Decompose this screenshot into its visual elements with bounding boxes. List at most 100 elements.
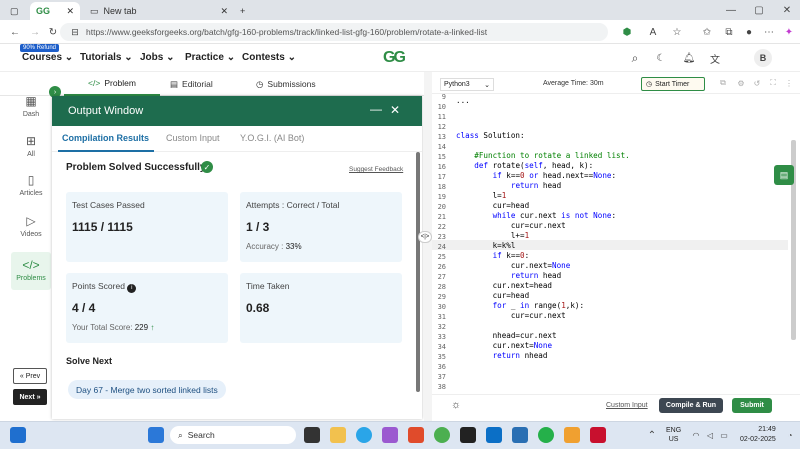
- more-options-icon[interactable]: ⋮: [784, 78, 794, 88]
- settings-icon[interactable]: ⚙: [736, 78, 746, 88]
- tab-problem[interactable]: </> Problem: [64, 72, 160, 96]
- next-button[interactable]: Next »: [13, 389, 47, 405]
- tab-gfg[interactable]: GG ✕: [30, 2, 80, 20]
- sidebar-item-label: Problems: [16, 275, 46, 282]
- file-explorer-icon[interactable]: [330, 427, 346, 443]
- windows-start-icon[interactable]: [148, 427, 164, 443]
- office-icon[interactable]: [408, 427, 424, 443]
- fullscreen-icon[interactable]: ⛶: [768, 78, 778, 88]
- store-icon[interactable]: [512, 427, 528, 443]
- next-problem-chip[interactable]: Day 67 - Merge two sorted linked lists: [68, 380, 226, 399]
- notification-icon[interactable]: ◔: [784, 429, 796, 441]
- output-scrollbar[interactable]: [416, 152, 420, 392]
- favorite-icon[interactable]: ☆: [670, 25, 684, 39]
- volume-icon[interactable]: ◁: [704, 429, 716, 441]
- refresh-icon[interactable]: ↻: [46, 25, 60, 39]
- split-divider[interactable]: [424, 72, 432, 421]
- line-number: 32: [437, 323, 446, 331]
- search-label: Search: [187, 430, 215, 440]
- site-info-icon[interactable]: ⊟: [69, 26, 81, 38]
- app-icon[interactable]: [564, 427, 580, 443]
- suggest-feedback-link[interactable]: Suggest Feedback: [349, 166, 403, 173]
- widgets-icon[interactable]: [10, 427, 26, 443]
- maximize-icon[interactable]: ▢: [752, 3, 766, 17]
- chrome-icon[interactable]: [434, 427, 450, 443]
- tab-yogi-ai-bot[interactable]: Y.O.G.I. (AI Bot): [240, 133, 304, 143]
- language-indicator[interactable]: ENG US: [666, 426, 681, 444]
- sidebar-item-videos[interactable]: ▷ Videos: [9, 214, 53, 238]
- wifi-icon[interactable]: ◠: [690, 429, 702, 441]
- new-tab-button[interactable]: +: [234, 2, 250, 20]
- nav-practice[interactable]: Practice ⌄: [185, 52, 235, 63]
- nav-courses[interactable]: Courses ⌄: [22, 52, 73, 63]
- line-number: 22: [437, 223, 446, 231]
- task-view-icon[interactable]: [304, 427, 320, 443]
- close-icon[interactable]: ✕: [390, 103, 400, 117]
- sidebar-item-dash[interactable]: ▦ Dash: [9, 94, 53, 118]
- edge-icon[interactable]: [356, 427, 372, 443]
- compile-run-button[interactable]: Compile & Run: [659, 398, 723, 413]
- nav-tutorials[interactable]: Tutorials ⌄: [80, 52, 133, 63]
- extension-icon[interactable]: ⬢: [620, 25, 634, 39]
- total-score-label: Your Total Score:: [72, 323, 133, 332]
- tab-new-tab[interactable]: ▭ New tab ✕: [84, 2, 234, 20]
- tab-editorial[interactable]: ▤ Editorial: [170, 72, 230, 96]
- minimize-icon[interactable]: —: [370, 102, 382, 116]
- theme-sun-icon[interactable]: ☼: [449, 398, 463, 412]
- whatsapp-icon[interactable]: [538, 427, 554, 443]
- clock[interactable]: 21:49 02-02-2025: [740, 425, 776, 445]
- close-tab-icon[interactable]: ✕: [220, 6, 228, 17]
- submit-button[interactable]: Submit: [732, 398, 772, 413]
- gfg-logo[interactable]: GG: [383, 49, 406, 67]
- language-select[interactable]: Python3 ⌄: [440, 78, 494, 91]
- tab-label: Problem: [104, 78, 136, 88]
- more-icon[interactable]: ⋯: [762, 25, 776, 39]
- favorites-icon[interactable]: ✩: [700, 25, 714, 39]
- chat-icon[interactable]: ▤: [774, 165, 794, 185]
- search-icon[interactable]: ⌕: [628, 51, 642, 65]
- nav-contests[interactable]: Contests ⌄: [242, 52, 296, 63]
- intellij-icon[interactable]: [460, 427, 476, 443]
- nav-jobs[interactable]: Jobs ⌄: [140, 52, 175, 63]
- custom-input-link[interactable]: Custom Input: [606, 402, 648, 409]
- taskbar-search[interactable]: ⌕ Search: [170, 426, 296, 444]
- resize-handle-icon[interactable]: <|>: [418, 231, 432, 243]
- read-aloud-icon[interactable]: A: [646, 25, 660, 39]
- tab-submissions[interactable]: ◷ Submissions: [256, 72, 336, 96]
- translate-icon[interactable]: 文: [708, 51, 722, 66]
- reset-icon[interactable]: ↺: [752, 78, 762, 88]
- prev-button[interactable]: « Prev: [13, 368, 47, 384]
- copilot-icon[interactable]: ✦: [782, 25, 796, 39]
- minimize-icon[interactable]: —: [724, 3, 738, 17]
- dark-mode-icon[interactable]: ☾: [654, 51, 668, 65]
- mcafee-icon[interactable]: [590, 427, 606, 443]
- sidebar-item-all[interactable]: ⊞ All: [9, 134, 53, 158]
- refund-badge[interactable]: 90% Refund: [20, 44, 60, 52]
- chevron-up-icon[interactable]: ⌃: [646, 429, 658, 441]
- outlook-icon[interactable]: [486, 427, 502, 443]
- tab-custom-input[interactable]: Custom Input: [166, 133, 220, 143]
- close-tab-icon[interactable]: ✕: [66, 6, 74, 17]
- close-window-icon[interactable]: ✕: [780, 3, 794, 17]
- collections-icon[interactable]: ⧉: [722, 25, 736, 39]
- sidebar-item-problems[interactable]: </> Problems: [11, 252, 51, 290]
- battery-icon[interactable]: ▭: [718, 429, 730, 441]
- back-icon[interactable]: ←: [8, 25, 22, 39]
- profile-icon[interactable]: ●: [742, 25, 756, 39]
- arrow-up-icon: ↑: [150, 323, 155, 332]
- tab-label: Submissions: [267, 79, 316, 89]
- line-number: 17: [437, 173, 446, 181]
- copy-icon[interactable]: ⧉: [718, 78, 728, 88]
- info-icon[interactable]: i: [127, 284, 137, 293]
- avatar[interactable]: B: [754, 49, 772, 67]
- window-menu-icon[interactable]: ▢: [4, 2, 24, 20]
- code-line-22: cur=cur.next: [456, 221, 566, 230]
- tab-compilation-results[interactable]: Compilation Results: [62, 133, 149, 143]
- sidebar-item-articles[interactable]: ▯ Articles: [9, 173, 53, 197]
- notification-bell-icon[interactable]: 🔔︎: [682, 51, 696, 65]
- start-timer-button[interactable]: ◷ Start Timer: [641, 77, 705, 91]
- copilot-app-icon[interactable]: [382, 427, 398, 443]
- url-field[interactable]: ⊟ https://www.geeksforgeeks.org/batch/gf…: [60, 23, 608, 41]
- forward-icon[interactable]: →: [28, 25, 42, 39]
- line-number: 26: [437, 263, 446, 271]
